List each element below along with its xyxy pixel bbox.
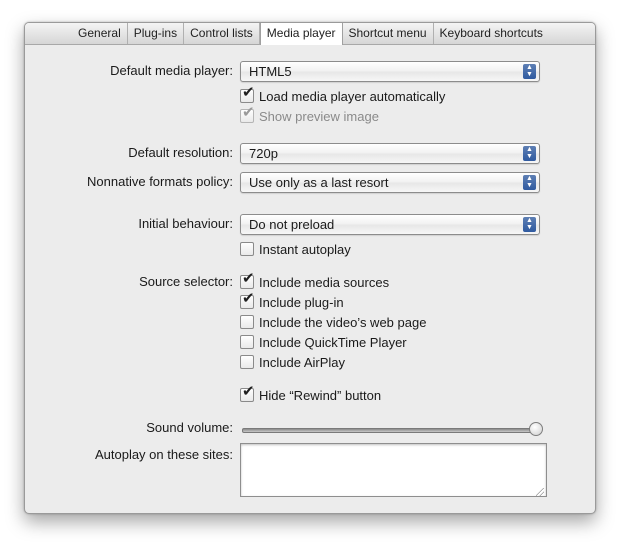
checkbox-box: ✔	[240, 384, 255, 402]
checkmark-icon: ✔	[242, 83, 255, 101]
default-media-player-value: HTML5	[249, 64, 292, 79]
include-media-sources-label: Include media sources	[259, 274, 390, 290]
checkbox-box	[240, 335, 254, 349]
default-media-player-label: Default media player:	[110, 63, 233, 78]
hide-rewind-checkbox[interactable]: ✔ Hide “Rewind” button	[240, 384, 382, 403]
show-preview-checkbox[interactable]: ✔ Show preview image	[240, 105, 379, 124]
source-selector-label: Source selector:	[139, 274, 233, 289]
popup-arrows-icon: ▲ ▼	[523, 217, 536, 232]
sound-volume-knob[interactable]	[529, 422, 543, 436]
tab-keyboard-shortcuts[interactable]: Keyboard shortcuts	[434, 23, 549, 44]
default-resolution-label: Default resolution:	[128, 145, 233, 160]
tab-bar: General Plug-ins Control lists Media pla…	[25, 23, 595, 45]
include-media-sources-checkbox[interactable]: ✔ Include media sources	[240, 271, 390, 290]
nonnative-policy-select[interactable]: Use only as a last resort ▲ ▼	[240, 172, 540, 193]
include-airplay-label: Include AirPlay	[259, 354, 345, 370]
load-automatically-checkbox[interactable]: ✔ Load media player automatically	[240, 85, 446, 104]
initial-behaviour-label: Initial behaviour:	[138, 216, 233, 231]
default-resolution-value: 720p	[249, 146, 278, 161]
checkbox-box	[240, 315, 254, 329]
checkbox-box	[240, 355, 254, 369]
include-quicktime-checkbox[interactable]: Include QuickTime Player	[240, 334, 407, 350]
autoplay-sites-textarea[interactable]	[240, 443, 547, 497]
show-preview-label: Show preview image	[259, 108, 379, 124]
resize-grip-icon[interactable]	[536, 488, 544, 496]
include-airplay-checkbox[interactable]: Include AirPlay	[240, 354, 345, 370]
instant-autoplay-checkbox[interactable]: Instant autoplay	[240, 241, 351, 257]
sound-volume-slider[interactable]	[242, 428, 542, 433]
tab-plug-ins[interactable]: Plug-ins	[128, 23, 185, 44]
default-resolution-select[interactable]: 720p ▲ ▼	[240, 143, 540, 164]
popup-arrows-icon: ▲ ▼	[523, 146, 536, 161]
sound-volume-label: Sound volume:	[146, 420, 233, 435]
initial-behaviour-select[interactable]: Do not preload ▲ ▼	[240, 214, 540, 235]
autoplay-sites-label: Autoplay on these sites:	[94, 447, 233, 462]
checkmark-icon: ✔	[242, 269, 255, 287]
nonnative-policy-label: Nonnative formats policy:	[87, 174, 233, 189]
instant-autoplay-label: Instant autoplay	[259, 241, 351, 257]
tab-control-lists[interactable]: Control lists	[184, 23, 260, 44]
checkbox-box: ✔	[240, 105, 255, 123]
tab-general[interactable]: General	[71, 23, 128, 44]
checkbox-box: ✔	[240, 85, 255, 103]
include-plug-in-label: Include plug-in	[259, 294, 344, 310]
checkbox-box	[240, 242, 254, 256]
tab-media-player[interactable]: Media player	[259, 23, 343, 45]
popup-arrows-icon: ▲ ▼	[523, 64, 536, 79]
include-web-page-checkbox[interactable]: Include the video’s web page	[240, 314, 426, 330]
nonnative-policy-value: Use only as a last resort	[249, 175, 389, 190]
checkmark-icon: ✔	[242, 382, 255, 400]
initial-behaviour-value: Do not preload	[249, 217, 335, 232]
checkbox-box: ✔	[240, 271, 255, 289]
checkbox-box: ✔	[240, 291, 255, 309]
popup-arrows-icon: ▲ ▼	[523, 175, 536, 190]
include-web-page-label: Include the video’s web page	[259, 314, 427, 330]
checkmark-icon: ✔	[242, 103, 255, 121]
load-automatically-label: Load media player automatically	[259, 88, 446, 104]
checkmark-icon: ✔	[242, 289, 255, 307]
hide-rewind-label: Hide “Rewind” button	[259, 387, 382, 403]
include-plug-in-checkbox[interactable]: ✔ Include plug-in	[240, 291, 344, 310]
tab-shortcut-menu[interactable]: Shortcut menu	[343, 23, 434, 44]
default-media-player-select[interactable]: HTML5 ▲ ▼	[240, 61, 540, 82]
preferences-window: General Plug-ins Control lists Media pla…	[24, 22, 596, 514]
include-quicktime-label: Include QuickTime Player	[259, 334, 407, 350]
